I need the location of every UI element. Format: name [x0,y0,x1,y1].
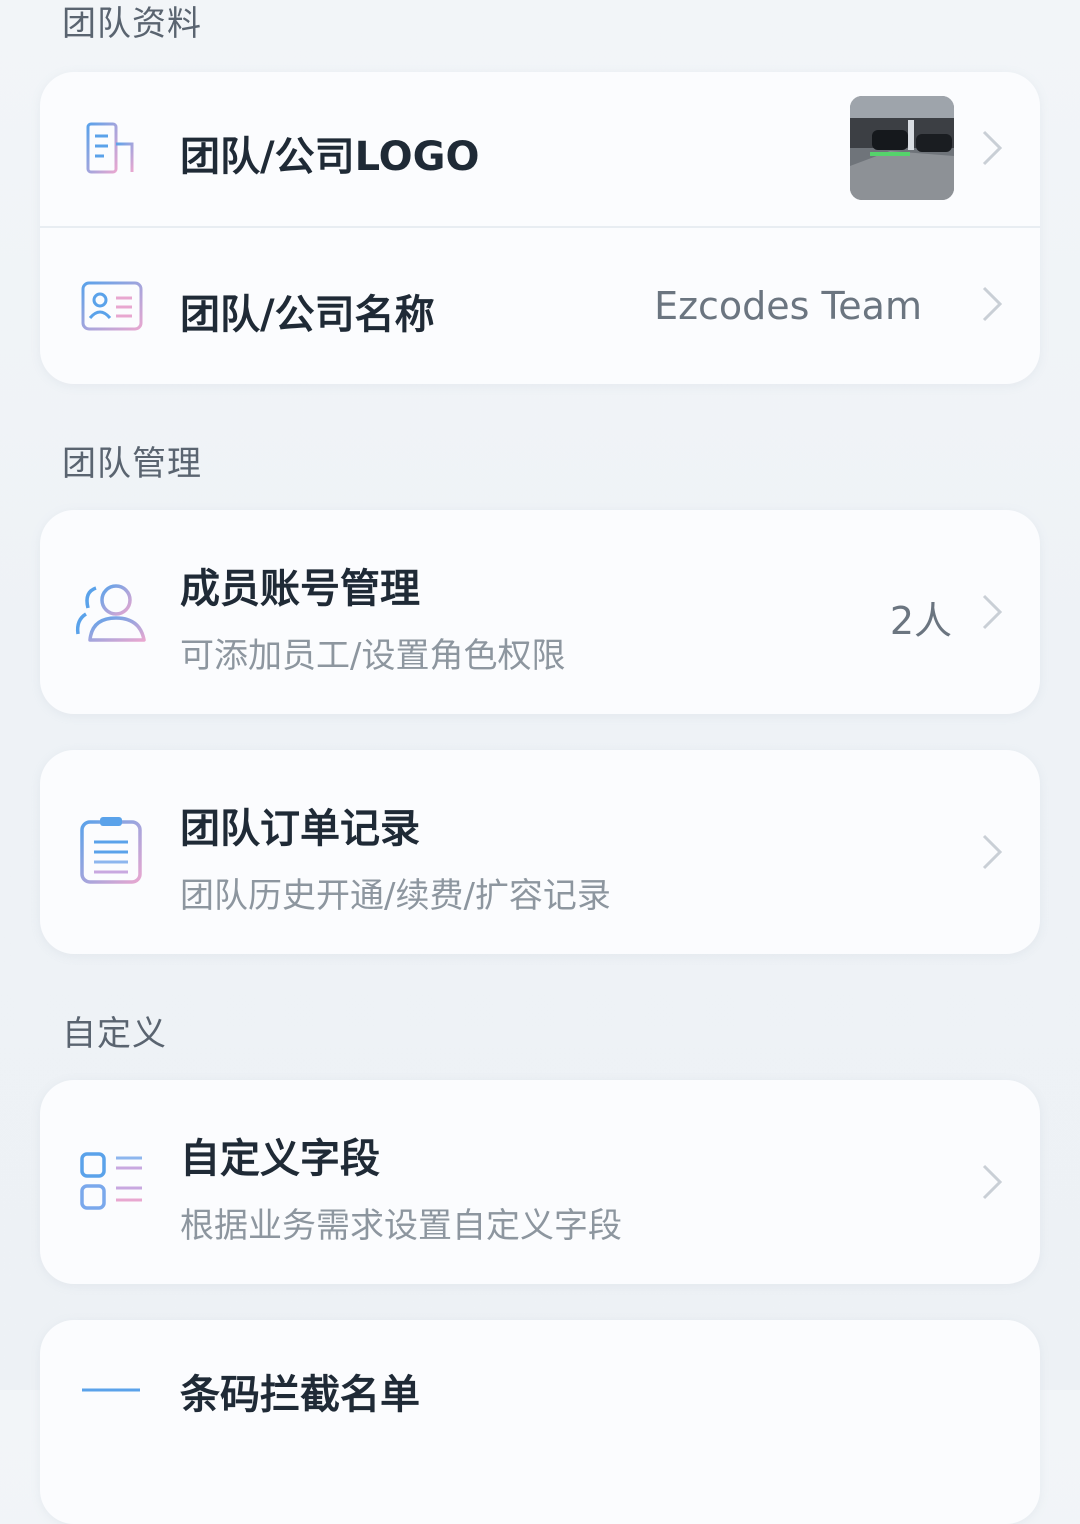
barcode-list-card[interactable]: 条码拦截名单 [40,1320,1040,1524]
members-count: 2人 [889,599,952,643]
section-title-custom: 自定义 [62,1014,167,1054]
team-name-label: 团队/公司名称 [180,292,435,338]
clipboard-icon [78,814,144,890]
team-name-value: Ezcodes Team [654,284,922,328]
users-icon [74,578,150,652]
orders-subtitle: 团队历史开通/续费/扩容记录 [180,876,611,916]
barcode-list-label: 条码拦截名单 [180,1372,420,1418]
list-fields-icon [78,1150,146,1218]
custom-fields-card[interactable]: 自定义字段 根据业务需求设置自定义字段 [40,1080,1040,1284]
chevron-right-icon [980,128,1004,172]
orders-label: 团队订单记录 [180,806,420,852]
orders-card[interactable]: 团队订单记录 团队历史开通/续费/扩容记录 [40,750,1040,954]
chevron-right-icon [980,832,1004,876]
row-team-name[interactable]: 团队/公司名称 Ezcodes Team [40,228,1040,384]
logo-thumbnail [850,96,954,200]
building-icon [82,120,142,184]
barcode-icon [78,1374,144,1398]
custom-fields-subtitle: 根据业务需求设置自定义字段 [180,1206,622,1246]
members-label: 成员账号管理 [180,566,420,612]
profile-card: 团队/公司LOGO 团队/公司名称 Ezcodes Team [40,72,1040,384]
chevron-right-icon [980,1162,1004,1206]
chevron-right-icon [980,284,1004,328]
id-card-icon [80,278,144,338]
members-subtitle: 可添加员工/设置角色权限 [180,636,566,676]
custom-fields-label: 自定义字段 [180,1136,380,1182]
section-title-profile: 团队资料 [62,4,202,44]
team-logo-label: 团队/公司LOGO [180,134,480,180]
section-title-management: 团队管理 [62,444,202,484]
members-card[interactable]: 成员账号管理 可添加员工/设置角色权限 2人 [40,510,1040,714]
row-team-logo[interactable]: 团队/公司LOGO [40,72,1040,226]
chevron-right-icon [980,592,1004,636]
